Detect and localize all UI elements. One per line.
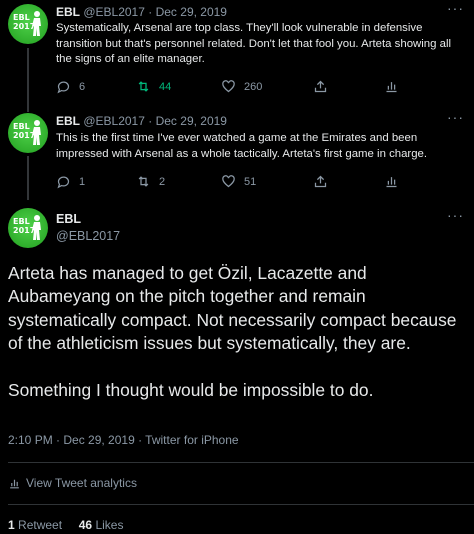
tweet-date[interactable]: Dec 29, 2019 xyxy=(156,114,227,128)
reply-icon xyxy=(57,81,70,94)
divider xyxy=(8,462,474,463)
share-icon xyxy=(314,80,327,93)
player-figure-icon xyxy=(32,215,41,240)
more-options-icon[interactable]: ··· xyxy=(447,207,464,223)
retweet-count: 2 xyxy=(159,175,166,188)
retweet-icon xyxy=(138,176,149,187)
divider xyxy=(8,504,474,505)
retweet-button[interactable]: 44 xyxy=(136,79,171,94)
tweet-text: Systematically, Arsenal are top class. T… xyxy=(56,22,452,65)
thread-line xyxy=(27,48,29,112)
heart-icon xyxy=(222,175,235,188)
retweet-icon xyxy=(138,81,149,92)
retweet-count: 44 xyxy=(159,80,172,93)
like-count: 51 xyxy=(244,175,257,188)
author-handle[interactable]: @EBL2017 xyxy=(56,229,120,243)
tweet-text: This is the first time I've ever watched… xyxy=(56,132,428,160)
retweet-total: 1 xyxy=(8,518,15,532)
player-figure-icon xyxy=(32,11,41,36)
retweets-stat[interactable]: 1 Retweet xyxy=(8,518,62,532)
tweet-actions: 6 44 260 xyxy=(56,79,456,95)
analytics-label: View Tweet analytics xyxy=(26,476,137,490)
avatar[interactable]: EBL 2017 xyxy=(8,208,48,248)
like-button[interactable]: 51 xyxy=(221,174,256,189)
main-tweet-text: Arteta has managed to get Özil, Lacazett… xyxy=(8,262,470,402)
analytics-button[interactable] xyxy=(384,79,399,94)
like-count: 260 xyxy=(244,80,263,93)
tweet-paragraph: Arteta has managed to get Özil, Lacazett… xyxy=(8,263,457,354)
tweet-date[interactable]: Dec 29, 2019 xyxy=(156,5,227,19)
tweet-actions: 1 2 51 xyxy=(56,174,456,190)
retweet-label: Retweet xyxy=(18,518,63,532)
analytics-icon xyxy=(386,82,397,93)
avatar[interactable]: EBL 2017 xyxy=(8,113,48,153)
analytics-icon xyxy=(386,177,397,188)
analytics-button[interactable] xyxy=(384,174,399,189)
avatar[interactable]: EBL 2017 xyxy=(8,4,48,44)
reply-button[interactable]: 6 xyxy=(56,79,85,94)
more-options-icon[interactable]: ··· xyxy=(447,109,464,125)
share-icon xyxy=(314,175,327,188)
view-analytics-link[interactable]: View Tweet analytics xyxy=(8,476,137,490)
author-name[interactable]: EBL xyxy=(56,5,80,19)
tweet-header: EBL @EBL2017 · Dec 29, 2019 xyxy=(56,5,227,19)
analytics-icon xyxy=(10,479,19,488)
share-button[interactable] xyxy=(313,79,328,94)
reply-count: 6 xyxy=(79,80,86,93)
tweet-header: EBL @EBL2017 · Dec 29, 2019 xyxy=(56,114,227,128)
more-options-icon[interactable]: ··· xyxy=(447,0,464,16)
author-name[interactable]: EBL xyxy=(56,212,81,226)
like-button[interactable]: 260 xyxy=(221,79,262,94)
retweet-button[interactable]: 2 xyxy=(136,174,165,189)
player-figure-icon xyxy=(32,120,41,145)
author-handle[interactable]: @EBL2017 xyxy=(83,114,145,128)
separator: · xyxy=(148,114,153,128)
reply-count: 1 xyxy=(79,175,86,188)
engagement-counts: 1 Retweet 46 Likes xyxy=(8,518,123,532)
reply-button[interactable]: 1 xyxy=(56,174,85,189)
author-handle[interactable]: @EBL2017 xyxy=(83,5,145,19)
like-total: 46 xyxy=(78,518,93,532)
share-button[interactable] xyxy=(313,174,328,189)
reply-icon xyxy=(57,176,70,189)
author-name[interactable]: EBL xyxy=(56,114,80,128)
separator: · xyxy=(148,5,153,19)
thread-line xyxy=(27,156,29,200)
heart-icon xyxy=(222,80,235,93)
likes-stat[interactable]: 46 Likes xyxy=(79,518,124,532)
tweet-meta[interactable]: 2:10 PM · Dec 29, 2019 · Twitter for iPh… xyxy=(8,433,239,447)
like-label: Likes xyxy=(95,518,124,532)
tweet-paragraph: Something I thought would be impossible … xyxy=(8,379,374,400)
